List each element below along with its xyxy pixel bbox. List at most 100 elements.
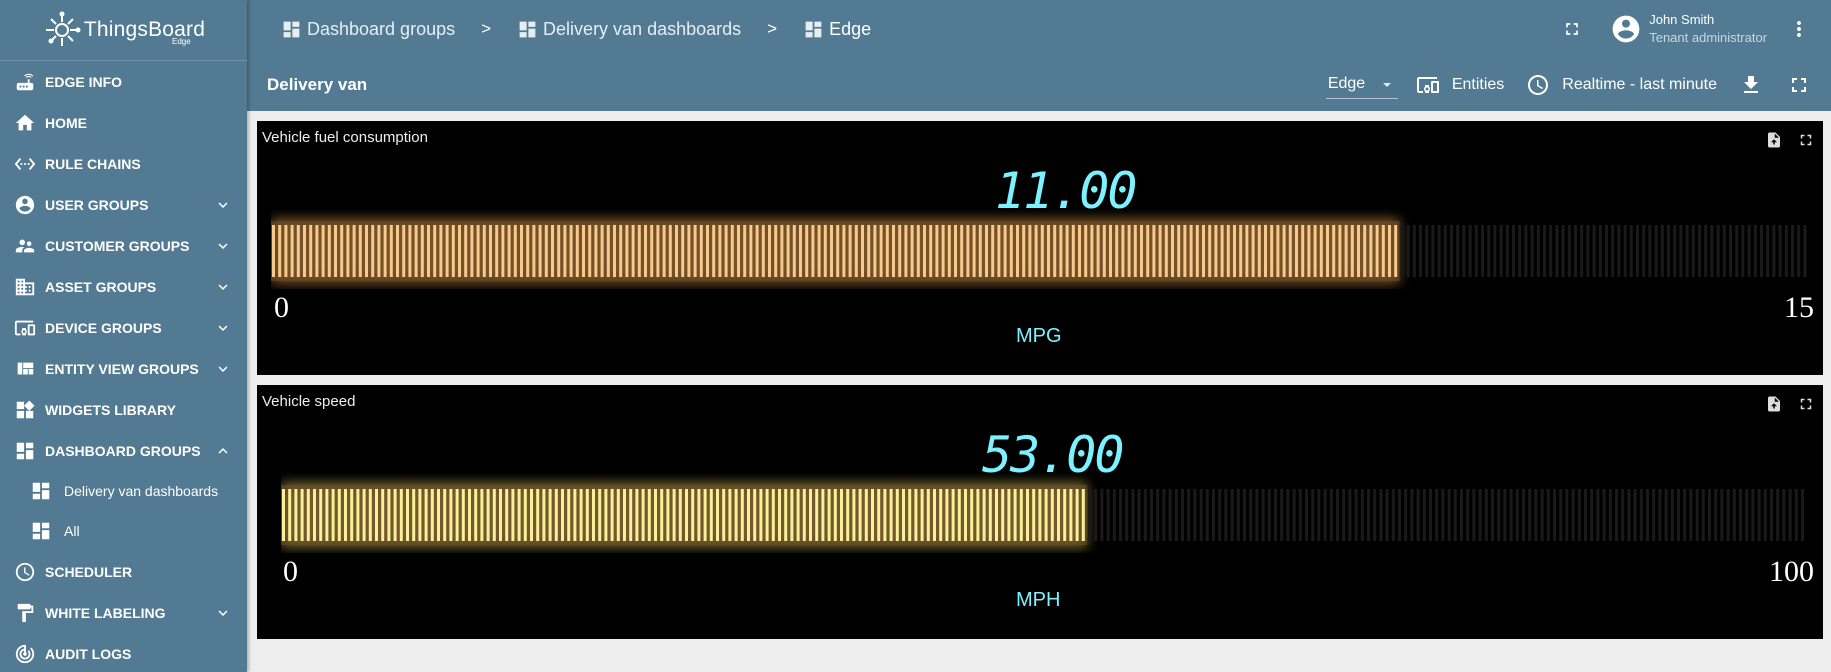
gauge-segment-lit (1053, 225, 1057, 277)
sidebar-item-audit-logs[interactable]: AUDIT LOGS (0, 633, 247, 672)
gauge-segment-unlit (1441, 489, 1445, 541)
gauge-segment-lit (272, 225, 275, 277)
chevron-down-icon (218, 325, 228, 331)
gauge-segment-lit (718, 225, 722, 277)
breadcrumb-dashboard-groups[interactable]: Dashboard groups (281, 19, 455, 40)
gauge-segment-unlit (1499, 225, 1503, 277)
sidebar-item-rule-chains[interactable]: RULE CHAINS (0, 143, 247, 184)
gauge-segment-unlit (1199, 489, 1203, 541)
gauge-segment-lit (1381, 225, 1385, 277)
gauge-segment-lit (501, 225, 505, 277)
download-icon[interactable] (1739, 73, 1763, 97)
sidebar-item-scheduler[interactable]: SCHEDULER (0, 551, 247, 592)
gauge-segment-lit (817, 225, 821, 277)
sidebar-item-white-labeling[interactable]: WHITE LABELING (0, 592, 247, 633)
gauge-segment-lit (1288, 225, 1292, 277)
gauge-segment-unlit (1400, 225, 1404, 277)
gauge-segment-unlit (1462, 225, 1466, 277)
gauge-segment-lit (867, 225, 871, 277)
gauge-segment-lit (517, 489, 521, 541)
gauge-segment-unlit (1574, 225, 1577, 277)
sidebar-item-dashboard-groups[interactable]: DASHBOARD GROUPS (0, 430, 247, 471)
gauge-segment-unlit (1549, 225, 1553, 277)
breadcrumb-edge: Edge (803, 19, 871, 40)
gauge-segment-lit (412, 489, 416, 541)
dashboard-state-select[interactable]: Edge (1325, 70, 1398, 99)
export-icon[interactable] (1765, 131, 1783, 149)
sidebar-item-device-groups[interactable]: DEVICE GROUPS (0, 307, 247, 348)
gauge-segment-lit (420, 225, 424, 277)
gauge-segment-lit (827, 489, 831, 541)
gauge-segment-lit (445, 225, 449, 277)
account-circle-icon (1612, 15, 1640, 43)
gauge-segment-lit (480, 489, 484, 541)
sidebar-item-user-groups[interactable]: USER GROUPS (0, 184, 247, 225)
gauge-segment-lit (871, 489, 874, 541)
logo[interactable]: ThingsBoard Edge (0, 0, 247, 61)
gauge-segment-lit (681, 225, 685, 277)
gauge-segment-lit (1022, 225, 1026, 277)
gauge-segment-lit (1214, 225, 1218, 277)
schedule-icon (1528, 74, 1549, 95)
gauge-segment-lit (1276, 225, 1280, 277)
gauge-segment-lit (594, 225, 598, 277)
gauge-segment-lit (474, 489, 478, 541)
sidebar-item-asset-groups[interactable]: ASSET GROUPS (0, 266, 247, 307)
gauge-segment-unlit (1468, 225, 1472, 277)
sidebar-item-widgets-library[interactable]: WIDGETS LIBRARY (0, 389, 247, 430)
widgets-icon (14, 399, 36, 421)
gauge-segment-lit (755, 225, 759, 277)
sidebar-item-edge-info[interactable]: EDGE INFO (0, 61, 247, 102)
sidebar-item-label: EDGE INFO (45, 73, 123, 90)
gauge-segment-unlit (1648, 225, 1652, 277)
gauge-segment-lit (685, 489, 688, 541)
sidebar-item-delivery-van-dashboards[interactable]: Delivery van dashboards (0, 471, 247, 511)
gauge-segment-unlit (1652, 489, 1656, 541)
gauge-segment-unlit (1311, 489, 1315, 541)
gauge-segment-unlit (1193, 489, 1197, 541)
fullscreen-icon[interactable] (1797, 131, 1815, 149)
gauge-segment-unlit (1536, 225, 1540, 277)
fullscreen-icon[interactable] (1562, 19, 1582, 39)
user-menu[interactable]: John Smith Tenant administrator (1610, 11, 1767, 47)
fullscreen-icon[interactable] (1797, 395, 1815, 413)
timewindow-button[interactable]: Realtime - last minute (1526, 73, 1717, 97)
breadcrumb-delivery-van-dashboards[interactable]: Delivery van dashboards (517, 19, 741, 40)
gauge-segment-unlit (1512, 225, 1515, 277)
sidebar-item-entity-view-groups[interactable]: ENTITY VIEW GROUPS (0, 348, 247, 389)
gauge-segment-unlit (1553, 489, 1556, 541)
export-icon[interactable] (1765, 395, 1783, 413)
dashboard-title: Delivery van (267, 74, 368, 94)
gauge-segment-lit (406, 489, 409, 541)
gauge-segment-lit (1044, 489, 1048, 541)
gauge-segment-lit (666, 489, 670, 541)
gauge-segment-lit (1208, 225, 1212, 277)
gauge-segment-unlit (1530, 225, 1534, 277)
sidebar-item-all[interactable]: All (0, 511, 247, 551)
gauge-segment-lit (300, 489, 304, 541)
sidebar-item-home[interactable]: HOME (0, 102, 247, 143)
gauge-segment-lit (389, 225, 393, 277)
gauge-max-label: 100 (1769, 555, 1814, 588)
breadcrumb-label: Delivery van dashboards (543, 18, 742, 39)
entities-button[interactable]: Entities (1416, 73, 1504, 97)
gauge-segment-unlit (1205, 489, 1209, 541)
gauge-segment-unlit (1621, 489, 1625, 541)
gauge-segment-lit (520, 225, 523, 277)
gauge-segment-lit (1013, 489, 1017, 541)
gauge-segment-lit (805, 225, 809, 277)
gauge-segment-unlit (1088, 489, 1091, 541)
gauge-segment-lit (1282, 225, 1286, 277)
sidebar-item-label: ENTITY VIEW GROUPS (45, 360, 199, 377)
gauge-segment-unlit (1685, 225, 1689, 277)
gauge-segment-lit (334, 225, 337, 277)
sidebar-item-customer-groups[interactable]: CUSTOMER GROUPS (0, 225, 247, 266)
gauge-segment-lit (1326, 225, 1329, 277)
more-vert-icon[interactable] (1787, 17, 1811, 41)
dashboard-toolbar-actions: Edge Entities Realtime - last minute (1325, 58, 1831, 111)
breadcrumb: Dashboard groups > Delivery van dashboar… (281, 19, 871, 40)
gauge-segment-unlit (1280, 489, 1284, 541)
fullscreen-icon[interactable] (1787, 73, 1811, 97)
gauge-segment-lit (972, 225, 976, 277)
gauge-segment-lit (319, 489, 323, 541)
